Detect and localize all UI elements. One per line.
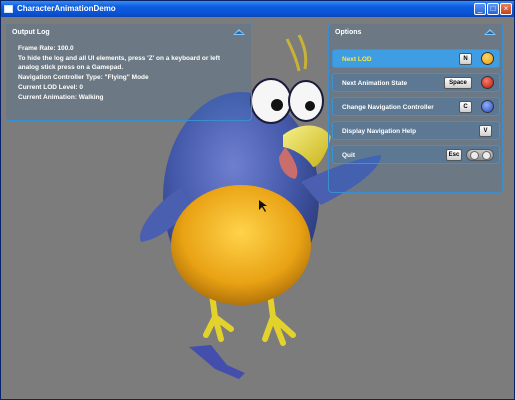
key-cap: N: [459, 53, 472, 65]
log-line: Frame Rate: 100.0: [18, 45, 74, 52]
shadow-shape: [189, 345, 245, 379]
output-log-body: Frame Rate: 100.0 To hide the log and al…: [6, 42, 251, 102]
x-icon: [481, 100, 494, 113]
key-cap: V: [479, 125, 492, 137]
y-icon: [481, 52, 494, 65]
log-line: Current Animation: Walking: [18, 94, 104, 101]
3d-viewport[interactable]: Output Log Frame Rate: 100.0 To hide the…: [1, 17, 514, 399]
option-change-navigation-controller[interactable]: Change Navigation Controller C: [332, 97, 500, 116]
back-start-icon: [466, 149, 494, 161]
close-button[interactable]: ×: [500, 3, 512, 15]
option-label: Next Animation State: [342, 80, 408, 87]
option-label: Next LOD: [342, 56, 372, 63]
b-icon: [481, 76, 494, 89]
option-next-lod[interactable]: Next LOD N: [332, 49, 500, 68]
options-title: Options: [335, 29, 362, 36]
log-line: To hide the log and all UI elements, pre…: [18, 55, 220, 71]
window-title: CharacterAnimationDemo: [17, 4, 116, 13]
log-line: Navigation Controller Type: "Flying" Mod…: [18, 74, 149, 81]
option-next-animation-state[interactable]: Next Animation State Space: [332, 73, 500, 92]
key-cap: C: [459, 101, 472, 113]
collapse-icon[interactable]: [233, 29, 245, 35]
app-icon: [4, 5, 13, 13]
key-cap: Space: [444, 77, 472, 89]
minimize-button[interactable]: _: [474, 3, 486, 15]
option-label: Change Navigation Controller: [342, 104, 434, 111]
key-cap: Esc: [446, 149, 462, 161]
option-display-navigation-help[interactable]: Display Navigation Help V: [332, 121, 500, 140]
log-line: Current LOD Level: 0: [18, 84, 84, 91]
title-bar[interactable]: CharacterAnimationDemo _ □ ×: [1, 1, 514, 17]
app-window: CharacterAnimationDemo _ □ × Output Log …: [0, 0, 515, 400]
option-label: Quit: [342, 152, 355, 159]
collapse-icon[interactable]: [484, 29, 496, 35]
maximize-button[interactable]: □: [487, 3, 499, 15]
option-label: Display Navigation Help: [342, 128, 417, 135]
output-log-title: Output Log: [12, 29, 50, 36]
options-panel: Options Next LOD N Next Animation State …: [328, 23, 503, 193]
option-quit[interactable]: Quit Esc: [332, 145, 500, 164]
output-log-panel: Output Log Frame Rate: 100.0 To hide the…: [5, 23, 252, 121]
